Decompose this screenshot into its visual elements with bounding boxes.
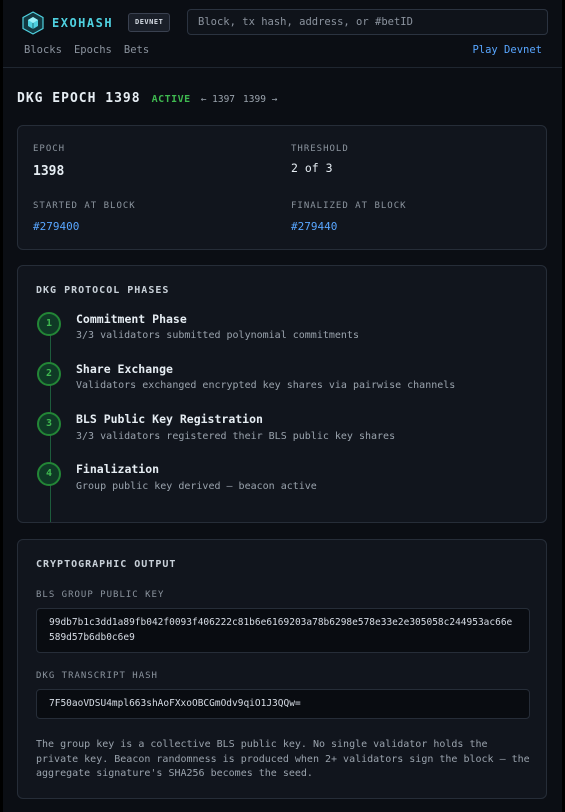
threshold-label: THRESHOLD: [291, 144, 349, 154]
group-key-value[interactable]: 99db7b1c3dd1a89fb042f0093f406222c81b6e61…: [36, 608, 530, 653]
phase-2-desc: Validators exchanged encrypted key share…: [76, 380, 456, 391]
nav-epochs[interactable]: Epochs: [74, 44, 112, 56]
status-badge: ACTIVE: [151, 94, 191, 105]
transcript-hash-label: DKG TRANSCRIPT HASH: [36, 671, 158, 681]
network-badge: DEVNET: [128, 13, 171, 32]
epoch-value: 1398: [33, 164, 65, 179]
finalized-block-link[interactable]: #279440: [291, 220, 337, 233]
phase-2-title: Share Exchange: [76, 362, 173, 376]
play-devnet-link[interactable]: Play Devnet: [472, 44, 542, 56]
group-key-label: BLS GROUP PUBLIC KEY: [36, 590, 165, 600]
phase-3-desc: 3/3 validators registered their BLS publ…: [76, 431, 396, 442]
search-input[interactable]: [187, 9, 548, 35]
dkg-phases-card: DKG PROTOCOL PHASES 1 Commitment Phase 3…: [17, 265, 547, 523]
next-epoch-link[interactable]: 1399 →: [243, 94, 277, 105]
phase-1-title: Commitment Phase: [76, 312, 187, 326]
prev-epoch-link[interactable]: ← 1397: [201, 94, 235, 105]
main-nav: Blocks Epochs Bets: [24, 44, 149, 56]
page-title: DKG EPOCH 1398: [17, 91, 141, 106]
top-bar: EXOHASH DEVNET Blocks Epochs Bets Play D…: [3, 0, 562, 68]
phase-4-title: Finalization: [76, 462, 160, 476]
phase-3-title: BLS Public Key Registration: [76, 412, 263, 426]
finalized-block-label: FINALIZED AT BLOCK: [291, 201, 407, 211]
phase-1-desc: 3/3 validators submitted polynomial comm…: [76, 330, 359, 341]
page-header: DKG EPOCH 1398 ACTIVE ← 1397 1399 →: [17, 91, 277, 106]
crypto-output-card: CRYPTOGRAPHIC OUTPUT BLS GROUP PUBLIC KE…: [17, 539, 547, 799]
nav-bets[interactable]: Bets: [124, 44, 149, 56]
brand-name[interactable]: EXOHASH: [52, 16, 113, 30]
phase-4-desc: Group public key derived — beacon active: [76, 481, 317, 492]
crypto-explainer-note: The group key is a collective BLS public…: [36, 739, 530, 779]
crypto-title: CRYPTOGRAPHIC OUTPUT: [36, 559, 177, 570]
started-block-label: STARTED AT BLOCK: [33, 201, 136, 211]
phase-3-marker: 3: [37, 412, 61, 436]
threshold-value: 2 of 3: [291, 161, 333, 175]
phase-2-marker: 2: [37, 362, 61, 386]
nav-blocks[interactable]: Blocks: [24, 44, 62, 56]
phase-4-marker: 4: [37, 462, 61, 486]
epoch-summary-card: EPOCH 1398 THRESHOLD 2 of 3 STARTED AT B…: [17, 125, 547, 250]
epoch-label: EPOCH: [33, 144, 66, 154]
phases-title: DKG PROTOCOL PHASES: [36, 285, 170, 296]
transcript-hash-value[interactable]: 7F50aoVDSU4mpl663shAoFXxoOBCGmOdv9qiO1J3…: [36, 689, 530, 719]
started-block-link[interactable]: #279400: [33, 220, 79, 233]
phase-1-marker: 1: [37, 312, 61, 336]
window-frame-left: [0, 0, 3, 812]
cube-logo-icon[interactable]: [21, 11, 45, 35]
